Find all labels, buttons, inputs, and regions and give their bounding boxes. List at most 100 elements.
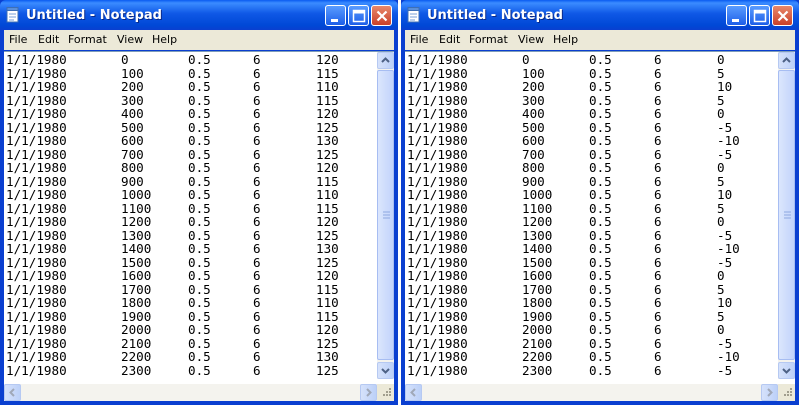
close-button[interactable] [371,5,392,26]
maximize-button[interactable] [348,5,369,26]
menu-edit[interactable]: Edit [38,33,59,46]
menu-view[interactable]: View [117,33,143,46]
text-line: 1/1/1980 900 0.5 6 5 [407,174,775,189]
text-cell: 0.5 [589,92,612,108]
text-cell: 1/1/1980 [407,187,468,202]
scroll-down-button[interactable] [377,362,394,379]
maximize-button[interactable] [749,5,770,26]
text-cell: 1/1/1980 [6,254,67,270]
scroll-left-arrow-icon [410,388,416,397]
text-cell: 0.5 [589,362,612,378]
text-line: 1/1/1980 200 0.5 6 10 [407,80,775,94]
scroll-up-button[interactable] [377,52,394,69]
scroll-up-button[interactable] [778,52,795,69]
vertical-scrollbar[interactable] [377,52,394,379]
text-editor[interactable]: 1/1/1980 0 0.5 6 0 1/1/1980 100 0.5 6 5 1/1/1980 20… [405,51,795,401]
text-line: 1/1/1980 2200 0.5 6 130 [6,350,374,364]
text-cell: 6 [253,119,261,135]
text-cell: 0 [717,160,725,175]
text-cell: 600 [121,133,144,148]
scroll-right-button[interactable] [761,384,778,401]
text-cell: -5 [717,227,733,243]
text-cell: 2300 [121,362,152,378]
text-cell: 0.5 [589,146,612,162]
text-cell: 600 [522,133,545,148]
horizontal-scrollbar[interactable] [4,384,377,401]
menu-format[interactable]: Format [469,33,508,46]
text-cell: 6 [253,308,261,324]
text-cell: 110 [316,79,339,94]
text-line: 1/1/1980 1800 0.5 6 10 [407,296,775,310]
scroll-thumb[interactable] [377,70,394,360]
text-cell: 6 [253,65,261,81]
scroll-grip-icon [784,211,791,219]
text-cell: 120 [316,106,339,121]
text-cell: 1800 [522,295,553,310]
resize-grip[interactable] [377,384,394,401]
text-cell: -10 [717,241,740,256]
text-cell: 1700 [522,281,553,297]
scroll-thumb[interactable] [778,70,795,360]
text-cell: 125 [316,119,339,135]
text-cell: 2000 [522,322,553,337]
horizontal-scrollbar[interactable] [405,384,778,401]
text-cell: 6 [253,281,261,297]
vertical-scrollbar[interactable] [778,52,795,379]
text-cell: 6 [253,254,261,270]
text-cell: 1600 [121,268,152,283]
menu-file[interactable]: File [9,33,27,46]
text-cell: 125 [316,254,339,270]
text-cell: 6 [654,53,662,67]
minimize-button[interactable] [325,5,346,26]
menu-format[interactable]: Format [68,33,107,46]
scroll-left-arrow-icon [9,388,15,397]
scroll-right-arrow-icon [366,388,372,397]
menu-help[interactable]: Help [152,33,177,46]
text-content[interactable]: 1/1/1980 0 0.5 6 120 1/1/1980 100 0.5 6 115 1/1/19… [6,53,374,379]
text-cell: 0.5 [589,308,612,324]
notepad-icon[interactable] [407,7,421,23]
text-cell: 0 [717,53,725,67]
text-cell: 1400 [522,241,553,256]
scroll-left-button[interactable] [4,384,21,401]
text-cell: 0.5 [589,295,612,310]
scroll-left-button[interactable] [405,384,422,401]
text-cell: 0.5 [589,79,612,94]
text-cell: 1600 [522,268,553,283]
title-bar[interactable]: Untitled - Notepad [401,0,799,30]
notepad-icon[interactable] [6,7,20,23]
text-cell: 1/1/1980 [6,92,67,108]
text-cell: 1/1/1980 [6,308,67,324]
menu-help[interactable]: Help [553,33,578,46]
text-cell: 1/1/1980 [407,268,468,283]
menu-edit[interactable]: Edit [439,33,460,46]
text-cell: 0.5 [589,268,612,283]
close-button[interactable] [772,5,793,26]
notepad-window-left: Untitled - Notepad File Edit Format View… [0,0,398,405]
text-line: 1/1/1980 1700 0.5 6 115 [6,281,374,297]
text-cell: 6 [253,160,261,175]
text-cell: 1700 [121,281,152,297]
title-bar[interactable]: Untitled - Notepad [0,0,398,30]
text-cell: 1300 [522,227,553,243]
text-cell: -5 [717,362,733,378]
text-cell: 1/1/1980 [407,362,468,378]
text-line: 1/1/1980 2000 0.5 6 0 [407,323,775,337]
text-cell: 0.5 [589,53,612,67]
text-cell: 1/1/1980 [6,187,67,202]
text-content[interactable]: 1/1/1980 0 0.5 6 0 1/1/1980 100 0.5 6 5 1/1/1980 20… [407,53,775,379]
resize-grip[interactable] [778,384,795,401]
scroll-right-button[interactable] [360,384,377,401]
text-editor[interactable]: 1/1/1980 0 0.5 6 120 1/1/1980 100 0.5 6 115 1/1/19… [4,51,394,401]
minimize-button[interactable] [726,5,747,26]
text-cell: 0.5 [188,187,211,202]
text-cell: 1/1/1980 [407,254,468,270]
menu-file[interactable]: File [410,33,428,46]
maximize-icon [352,9,366,23]
text-cell: 2200 [522,349,553,364]
text-cell: 5 [717,65,725,81]
text-cell: 1/1/1980 [6,79,67,94]
scroll-down-button[interactable] [778,362,795,379]
text-cell: 1900 [121,308,152,324]
menu-view[interactable]: View [518,33,544,46]
